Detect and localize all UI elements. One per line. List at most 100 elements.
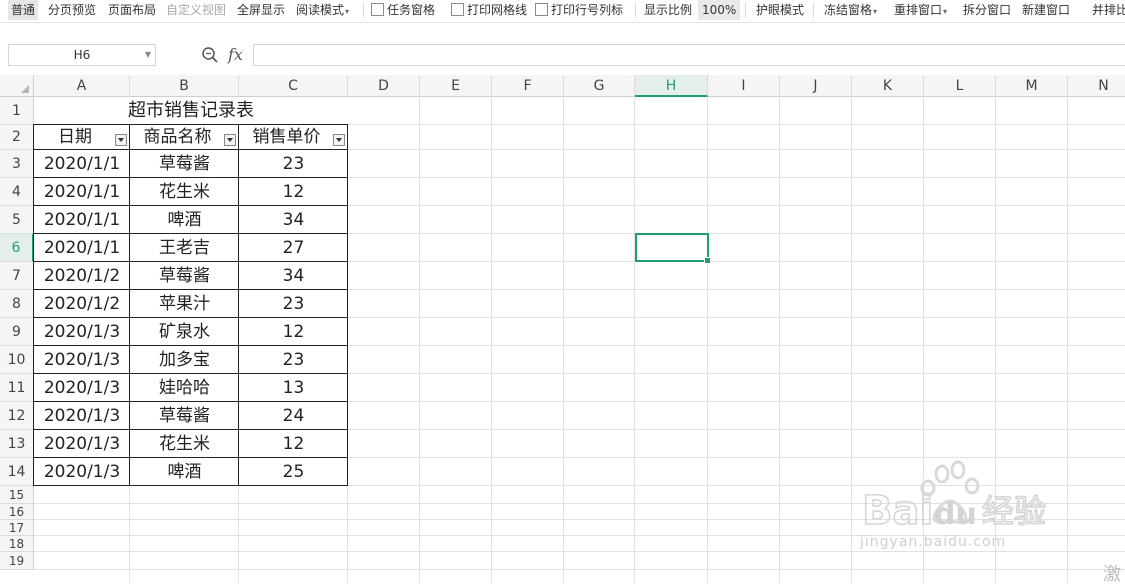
row-header[interactable]: 3	[0, 150, 34, 178]
checkbox-icon[interactable]	[535, 3, 548, 16]
column-header[interactable]: L	[924, 75, 996, 97]
toolbar-item-9-button[interactable]: 显示比例	[644, 0, 692, 20]
row-header[interactable]: 14	[0, 458, 34, 486]
row-header[interactable]: 16	[0, 504, 34, 520]
table-cell[interactable]: 27	[239, 234, 348, 262]
column-header[interactable]: N	[1068, 75, 1125, 97]
row-header[interactable]: 8	[0, 290, 34, 318]
table-cell[interactable]: 13	[239, 374, 348, 402]
table-header-cell[interactable]: 销售单价	[239, 125, 348, 150]
table-cell[interactable]: 12	[239, 318, 348, 346]
table-cell[interactable]: 王老吉	[130, 234, 239, 262]
table-cell[interactable]: 2020/1/3	[34, 318, 130, 346]
table-cell[interactable]: 2020/1/3	[34, 346, 130, 374]
column-header[interactable]: J	[780, 75, 852, 97]
table-cell[interactable]: 2020/1/3	[34, 458, 130, 486]
table-cell[interactable]: 25	[239, 458, 348, 486]
toolbar-item-2-button[interactable]: 页面布局	[108, 0, 156, 20]
table-cell[interactable]: 2020/1/1	[34, 234, 130, 262]
toolbar-item-7-checkbox[interactable]: 打印网格线	[451, 0, 527, 20]
column-header[interactable]: M	[996, 75, 1068, 97]
table-cell[interactable]: 加多宝	[130, 346, 239, 374]
table-header-cell[interactable]: 商品名称	[130, 125, 239, 150]
row-header[interactable]: 15	[0, 486, 34, 504]
filter-dropdown-icon[interactable]	[224, 134, 236, 146]
table-cell[interactable]: 草莓酱	[130, 402, 239, 430]
row-header[interactable]: 7	[0, 262, 34, 290]
row-header[interactable]: 19	[0, 552, 34, 570]
table-cell[interactable]: 2020/1/1	[34, 150, 130, 178]
table-cell[interactable]: 2020/1/3	[34, 430, 130, 458]
table-cell[interactable]: 2020/1/3	[34, 402, 130, 430]
chevron-down-icon[interactable]: ▾	[345, 7, 349, 16]
toolbar-item-16-button[interactable]: 并排比	[1092, 0, 1125, 20]
column-header[interactable]: I	[708, 75, 780, 97]
table-cell[interactable]: 啤酒	[130, 458, 239, 486]
table-cell[interactable]: 矿泉水	[130, 318, 239, 346]
chevron-down-icon[interactable]: ▾	[873, 7, 877, 16]
table-cell[interactable]: 23	[239, 290, 348, 318]
toolbar-item-13-button[interactable]: 重排窗口▾	[894, 0, 947, 20]
row-header[interactable]: 2	[0, 125, 34, 150]
chevron-down-icon[interactable]: ▼	[145, 45, 151, 65]
table-cell[interactable]: 34	[239, 206, 348, 234]
row-header[interactable]: 13	[0, 430, 34, 458]
column-header[interactable]: F	[492, 75, 564, 97]
toolbar-item-11-button[interactable]: 护眼模式	[756, 0, 804, 20]
table-cell[interactable]: 娃哈哈	[130, 374, 239, 402]
row-header[interactable]: 11	[0, 374, 34, 402]
row-header[interactable]: 12	[0, 402, 34, 430]
zoom-icon[interactable]	[201, 46, 219, 64]
name-box[interactable]: H6 ▼	[8, 44, 156, 66]
checkbox-icon[interactable]	[371, 3, 384, 16]
toolbar-item-0-button[interactable]: 普通	[8, 0, 39, 20]
column-header[interactable]: E	[420, 75, 492, 97]
toolbar-item-15-button[interactable]: 新建窗口	[1022, 0, 1070, 20]
row-header[interactable]: 5	[0, 206, 34, 234]
table-cell[interactable]: 23	[239, 150, 348, 178]
toolbar-item-12-button[interactable]: 冻结窗格▾	[824, 0, 877, 20]
active-cell-selection[interactable]	[635, 233, 711, 264]
table-cell[interactable]: 2020/1/1	[34, 206, 130, 234]
row-header[interactable]: 18	[0, 536, 34, 552]
table-cell[interactable]: 34	[239, 262, 348, 290]
column-header[interactable]: B	[130, 75, 239, 97]
toolbar-item-6-checkbox[interactable]: 任务窗格	[371, 0, 435, 20]
column-header[interactable]: G	[564, 75, 635, 97]
row-header[interactable]: 4	[0, 178, 34, 206]
table-cell[interactable]: 花生米	[130, 430, 239, 458]
row-header[interactable]: 17	[0, 520, 34, 536]
table-cell[interactable]: 2020/1/2	[34, 290, 130, 318]
toolbar-item-8-checkbox[interactable]: 打印行号列标	[535, 0, 623, 20]
column-header[interactable]: K	[852, 75, 924, 97]
filter-dropdown-icon[interactable]	[115, 134, 127, 146]
row-header[interactable]: 1	[0, 97, 34, 125]
toolbar-item-14-button[interactable]: 拆分窗口	[963, 0, 1011, 20]
table-cell[interactable]: 23	[239, 346, 348, 374]
table-cell[interactable]: 草莓酱	[130, 262, 239, 290]
formula-input[interactable]	[253, 44, 1125, 66]
column-header[interactable]: A	[34, 75, 130, 97]
chevron-down-icon[interactable]: ▾	[943, 7, 947, 16]
row-header[interactable]: 10	[0, 346, 34, 374]
table-cell[interactable]: 苹果汁	[130, 290, 239, 318]
table-cell[interactable]: 12	[239, 178, 348, 206]
toolbar-item-3-button[interactable]: 自定义视图	[166, 0, 226, 20]
select-all-corner[interactable]	[0, 75, 34, 97]
table-cell[interactable]: 12	[239, 430, 348, 458]
sheet-title-cell[interactable]: 超市销售记录表	[34, 97, 348, 125]
table-cell[interactable]: 2020/1/2	[34, 262, 130, 290]
column-header[interactable]: C	[239, 75, 348, 97]
table-cell[interactable]: 2020/1/1	[34, 178, 130, 206]
checkbox-icon[interactable]	[451, 3, 464, 16]
toolbar-item-10-button[interactable]: 100%	[698, 0, 741, 20]
filter-dropdown-icon[interactable]	[333, 134, 345, 146]
toolbar-item-1-button[interactable]: 分页预览	[48, 0, 96, 20]
function-icon[interactable]: fx	[228, 44, 243, 66]
table-cell[interactable]: 花生米	[130, 178, 239, 206]
toolbar-item-5-button[interactable]: 阅读模式▾	[296, 0, 349, 20]
table-cell[interactable]: 草莓酱	[130, 150, 239, 178]
row-header[interactable]: 6	[0, 234, 34, 262]
table-cell[interactable]: 24	[239, 402, 348, 430]
table-cell[interactable]: 2020/1/3	[34, 374, 130, 402]
